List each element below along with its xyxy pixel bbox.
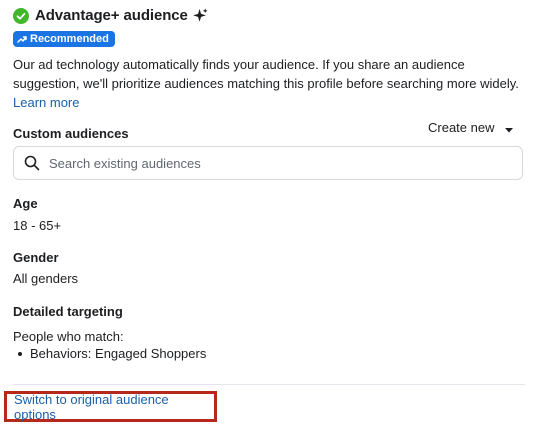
detailed-targeting-label: Detailed targeting	[13, 304, 123, 319]
badge-label: Recommended	[30, 33, 109, 45]
description-text: Our ad technology automatically finds yo…	[13, 57, 519, 91]
audience-search-box[interactable]	[13, 146, 523, 180]
targeting-list: Behaviors: Engaged Shoppers	[18, 346, 206, 361]
gender-value: All genders	[13, 271, 79, 286]
age-label: Age	[13, 196, 38, 211]
check-circle-icon	[13, 7, 29, 24]
caret-down-icon	[504, 123, 514, 133]
trend-icon	[17, 34, 27, 44]
learn-more-link[interactable]: Learn more	[13, 95, 79, 110]
targeting-item-label: Behaviors: Engaged Shoppers	[30, 346, 207, 361]
gender-label: Gender	[13, 250, 59, 265]
section-title: Advantage+ audience	[35, 7, 188, 24]
description: Our ad technology automatically finds yo…	[13, 55, 528, 112]
age-value: 18 - 65+	[13, 218, 62, 233]
list-item: Behaviors: Engaged Shoppers	[18, 346, 206, 361]
create-new-label: Create new	[428, 120, 495, 135]
divider	[13, 384, 525, 385]
advantage-audience-panel: Advantage+ audience Recommended Our ad t…	[0, 0, 538, 426]
section-header: Advantage+ audience	[13, 7, 208, 24]
sparkle-icon	[192, 8, 208, 23]
switch-link-highlight: Switch to original audience options	[4, 391, 217, 422]
bullet-icon	[18, 351, 22, 356]
custom-audiences-label: Custom audiences	[13, 126, 129, 141]
targeting-intro: People who match:	[13, 329, 124, 344]
search-icon	[24, 155, 40, 171]
search-input[interactable]	[49, 155, 509, 171]
create-new-button[interactable]: Create new	[428, 120, 514, 135]
recommended-badge: Recommended	[13, 31, 115, 47]
switch-audience-options-link[interactable]: Switch to original audience options	[14, 392, 214, 422]
